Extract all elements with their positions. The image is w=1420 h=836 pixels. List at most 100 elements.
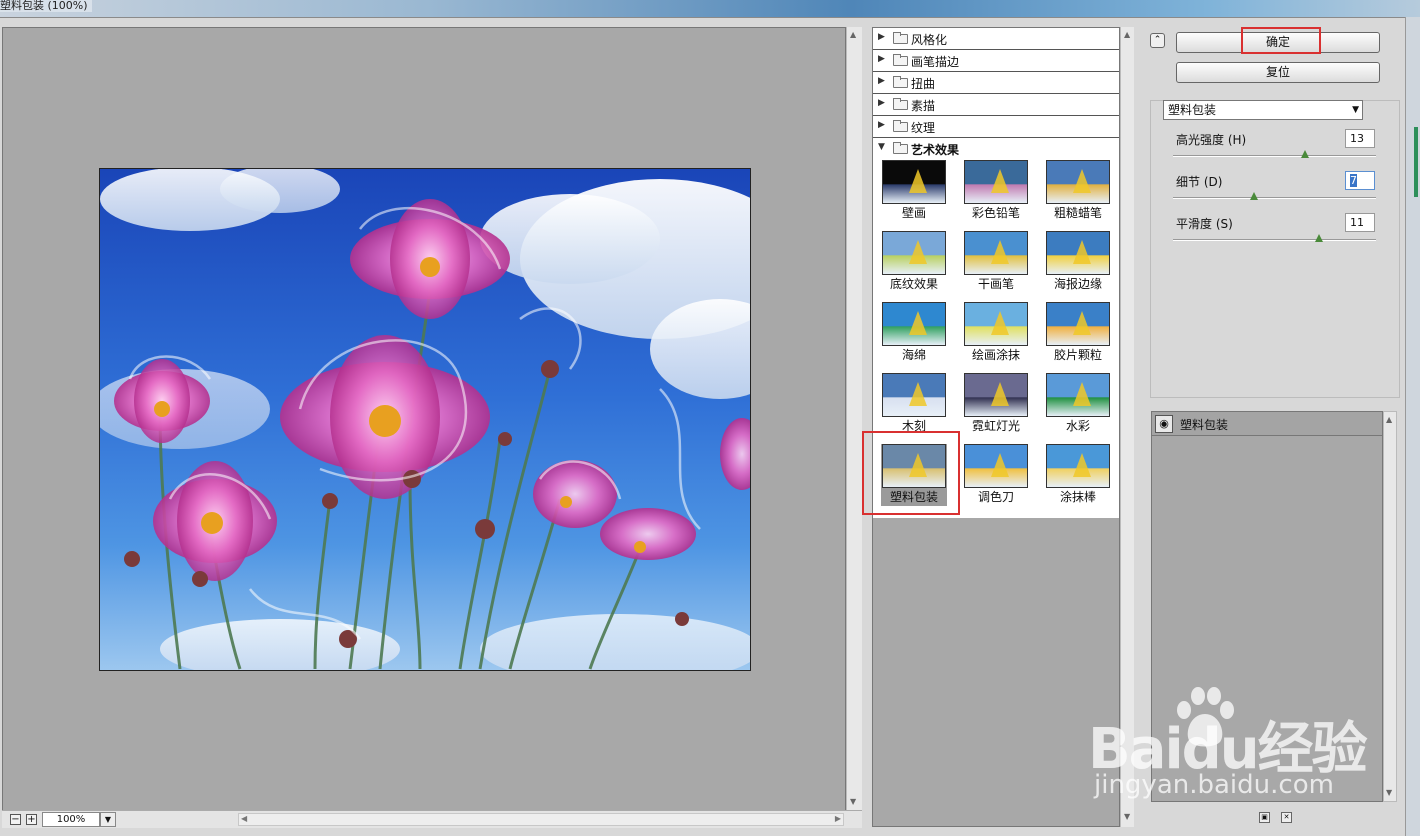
preview-horizontal-scrollbar[interactable]: ◀ ▶ <box>238 813 844 826</box>
filter-thumb[interactable]: 木刻 <box>881 373 947 435</box>
detail-slider[interactable] <box>1173 192 1376 200</box>
category-stylize[interactable]: ▶ 风格化 <box>873 28 1119 50</box>
filter-preview-image <box>964 160 1028 204</box>
filter-preview-image <box>882 302 946 346</box>
detail-input[interactable]: 7 <box>1345 171 1375 190</box>
category-brush-strokes[interactable]: ▶ 画笔描边 <box>873 50 1119 72</box>
filter-thumb[interactable]: 彩色铅笔 <box>963 160 1029 222</box>
scroll-left-icon[interactable]: ◀ <box>241 814 247 823</box>
expand-icon[interactable]: ▶ <box>878 98 885 108</box>
sailboat-icon <box>909 311 927 335</box>
filter-preview-image <box>882 231 946 275</box>
filter-thumb[interactable]: 绘画涂抹 <box>963 302 1029 364</box>
category-texture[interactable]: ▶ 纹理 <box>873 116 1119 138</box>
expand-icon[interactable]: ▶ <box>878 32 885 42</box>
slider-handle[interactable] <box>1300 150 1309 158</box>
new-effect-layer-icon[interactable]: ▣ <box>1259 812 1270 823</box>
filter-preview-image <box>882 160 946 204</box>
filter-thumb[interactable]: 干画笔 <box>963 231 1029 293</box>
folder-icon <box>893 120 908 132</box>
filter-select-value: 塑料包装 <box>1168 103 1217 117</box>
delete-effect-layer-icon[interactable]: ✕ <box>1281 812 1292 823</box>
sailboat-icon <box>991 382 1009 406</box>
category-label: 纹理 <box>911 121 936 135</box>
filter-thumb[interactable]: 粗糙蜡笔 <box>1045 160 1111 222</box>
scroll-up-icon[interactable]: ▲ <box>1386 415 1392 424</box>
filter-label: 彩色铅笔 <box>971 206 1020 220</box>
filter-label: 霓虹灯光 <box>971 419 1020 433</box>
category-sketch[interactable]: ▶ 素描 <box>873 94 1119 116</box>
filter-thumb[interactable]: 海报边缘 <box>1045 231 1111 293</box>
reset-button[interactable]: 复位 <box>1176 62 1380 83</box>
smoothness-input[interactable]: 11 <box>1345 213 1375 232</box>
filter-label: 海报边缘 <box>1053 277 1102 291</box>
filter-label: 绘画涂抹 <box>971 348 1020 362</box>
filter-label: 涂抹棒 <box>1059 490 1096 504</box>
preview-area[interactable] <box>2 27 846 811</box>
filter-thumb[interactable]: 霓虹灯光 <box>963 373 1029 435</box>
scroll-down-icon[interactable]: ▼ <box>850 797 856 806</box>
category-artistic[interactable]: ▼ 艺术效果 <box>873 138 1119 160</box>
sailboat-icon <box>991 453 1009 477</box>
window-title: 塑料包装 (100%) <box>0 0 92 12</box>
filter-thumb[interactable]: 调色刀 <box>963 444 1029 506</box>
zoom-in-button[interactable]: + <box>26 814 37 825</box>
filter-thumb[interactable]: 胶片颗粒 <box>1045 302 1111 364</box>
zoom-dropdown-icon[interactable]: ▼ <box>100 812 116 827</box>
collapse-gallery-icon[interactable]: ⌃ <box>1150 33 1165 48</box>
filter-label: 底纹效果 <box>889 277 938 291</box>
sailboat-icon <box>1073 311 1091 335</box>
sailboat-icon <box>909 240 927 264</box>
effect-layer-row[interactable]: ◉ 塑料包装 <box>1152 412 1382 436</box>
filter-select[interactable]: 塑料包装 ▼ <box>1163 100 1363 120</box>
folder-icon <box>893 76 908 88</box>
sailboat-icon <box>1073 240 1091 264</box>
expand-icon[interactable]: ▶ <box>878 120 885 130</box>
scroll-indicator <box>1414 127 1418 197</box>
scroll-up-icon[interactable]: ▲ <box>1124 30 1130 39</box>
ok-button-highlight <box>1241 27 1321 54</box>
filter-thumb[interactable]: 涂抹棒 <box>1045 444 1111 506</box>
filter-label: 壁画 <box>901 206 926 220</box>
smoothness-slider[interactable] <box>1173 234 1376 242</box>
folder-icon <box>893 98 908 110</box>
zoom-bar: − + 100% ▼ ◀ ▶ <box>2 810 862 828</box>
scroll-right-icon[interactable]: ▶ <box>835 814 841 823</box>
sailboat-icon <box>991 240 1009 264</box>
filter-preview-image <box>964 231 1028 275</box>
slider-handle[interactable] <box>1250 192 1259 200</box>
category-distort[interactable]: ▶ 扭曲 <box>873 72 1119 94</box>
expand-icon[interactable]: ▶ <box>878 76 885 86</box>
expand-icon[interactable]: ▶ <box>878 54 885 64</box>
slider-handle[interactable] <box>1315 234 1324 242</box>
preview-image <box>99 168 751 671</box>
filter-preview-image <box>1046 231 1110 275</box>
scroll-down-icon[interactable]: ▼ <box>1124 812 1130 821</box>
highlight-strength-input[interactable]: 13 <box>1345 129 1375 148</box>
filter-preview-image <box>964 444 1028 488</box>
filter-thumb[interactable]: 海绵 <box>881 302 947 364</box>
detail-value: 7 <box>1350 174 1357 187</box>
highlight-strength-slider[interactable] <box>1173 150 1376 158</box>
sailboat-icon <box>1073 169 1091 193</box>
filter-thumb[interactable]: 壁画 <box>881 160 947 222</box>
chevron-down-icon: ▼ <box>1352 105 1359 115</box>
category-label: 风格化 <box>911 33 948 47</box>
preview-vertical-scrollbar[interactable]: ▲ ▼ <box>846 27 862 811</box>
sailboat-icon <box>1073 453 1091 477</box>
collapse-icon[interactable]: ▼ <box>878 142 885 152</box>
filter-preview-image <box>1046 444 1110 488</box>
category-label: 素描 <box>911 99 936 113</box>
scroll-up-icon[interactable]: ▲ <box>850 30 856 39</box>
category-label: 扭曲 <box>911 77 936 91</box>
filter-preview-image <box>964 302 1028 346</box>
sailboat-icon <box>991 311 1009 335</box>
zoom-out-button[interactable]: − <box>10 814 21 825</box>
category-label: 艺术效果 <box>911 143 960 157</box>
zoom-level-field[interactable]: 100% <box>42 812 100 827</box>
filter-label: 干画笔 <box>977 277 1014 291</box>
eye-icon[interactable]: ◉ <box>1155 415 1173 433</box>
filter-thumb[interactable]: 水彩 <box>1045 373 1111 435</box>
filter-thumb[interactable]: 底纹效果 <box>881 231 947 293</box>
filter-preview-image <box>1046 373 1110 417</box>
